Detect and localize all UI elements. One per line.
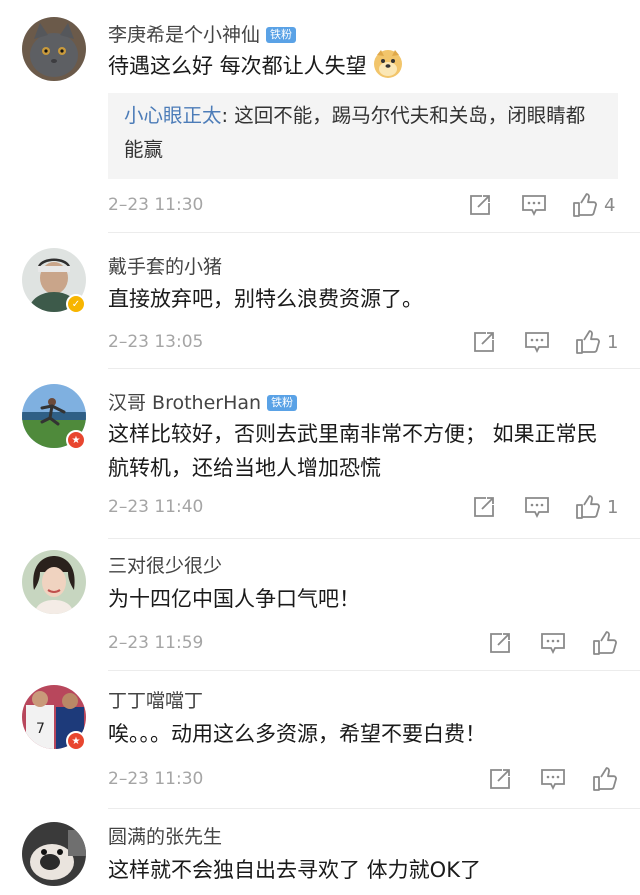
verified-badge-icon: ✓ — [66, 294, 86, 314]
comment-text: 这样比较好，否则去武里南非常不方便； 如果正常民航转机，还给当地人增加恐慌 — [108, 422, 598, 480]
comment-item: ✓ 戴手套的小猪 直接放弃吧，别特么浪费资源了。 2–23 13:05 1 — [0, 232, 640, 368]
comment-text: 唉。。。动用这么多资源，希望不要白费！ — [108, 722, 486, 746]
reply-button[interactable] — [540, 767, 566, 791]
reply-button[interactable] — [540, 631, 566, 655]
timestamp: 2–23 13:05 — [108, 332, 204, 352]
share-icon — [474, 497, 494, 517]
username[interactable]: 李庚希是个小神仙 铁粉 — [108, 20, 297, 47]
reply-username[interactable]: 小心眼正太 — [124, 104, 222, 127]
like-button[interactable] — [592, 766, 624, 792]
username-text[interactable]: 汉哥 BrotherHan — [108, 392, 261, 414]
comment-item: 三对很少很少 为十四亿中国人争口气吧！ 2–23 11:59 — [0, 538, 640, 670]
comment-text-content: 待遇这么好 每次都让人失望 — [108, 54, 367, 78]
thumbs-up-icon — [576, 330, 600, 354]
like-button[interactable]: 1 — [575, 329, 618, 355]
share-icon — [490, 769, 510, 789]
like-button[interactable]: 1 — [575, 494, 618, 520]
svg-text:7: 7 — [36, 721, 45, 737]
username[interactable]: 圆满的张先生 — [108, 822, 222, 849]
like-button[interactable] — [592, 630, 624, 656]
thumbs-up-icon — [573, 193, 597, 217]
cat-avatar-image — [22, 17, 86, 81]
like-count: 1 — [607, 496, 619, 518]
username[interactable]: 三对很少很少 — [108, 551, 222, 578]
share-button[interactable] — [472, 495, 496, 519]
timestamp: 2–23 11:30 — [108, 769, 204, 789]
share-button[interactable] — [488, 631, 512, 655]
comment-text: 这样就不会独自出去寻欢了 体力就OK了 — [108, 858, 481, 882]
thumbs-up-icon — [576, 495, 600, 519]
avatar[interactable] — [22, 17, 86, 81]
comment-icon — [525, 332, 549, 354]
verified-badge-icon: ★ — [66, 430, 86, 450]
comment-text: 待遇这么好 每次都让人失望 — [108, 49, 616, 89]
timestamp: 2–23 11:40 — [108, 497, 204, 517]
comment-item: 圆满的张先生 这样就不会独自出去寻欢了 体力就OK了 — [0, 808, 640, 895]
like-count: 4 — [604, 194, 616, 216]
thumbs-up-icon — [593, 767, 617, 791]
quoted-reply[interactable]: 小心眼正太: 这回不能，踢马尔代夫和关岛，闭眼睛都能赢 — [108, 93, 618, 179]
username[interactable]: 汉哥 BrotherHan 铁粉 — [108, 388, 298, 415]
user-avatar-image — [22, 822, 86, 886]
avatar[interactable] — [22, 822, 86, 886]
verified-badge-icon: ★ — [66, 731, 86, 751]
like-count: 1 — [607, 331, 619, 353]
share-icon — [470, 195, 490, 215]
share-icon — [490, 633, 510, 653]
username[interactable]: 戴手套的小猪 — [108, 252, 222, 279]
share-icon — [474, 332, 494, 352]
fan-badge: 铁粉 — [267, 395, 298, 411]
timestamp: 2–23 11:30 — [108, 195, 204, 215]
username[interactable]: 丁丁噹噹丁 — [108, 686, 203, 713]
comment-text: 为十四亿中国人争口气吧！ — [108, 587, 360, 611]
like-button[interactable]: 4 — [572, 192, 615, 218]
fan-badge: 铁粉 — [266, 27, 297, 43]
doge-emoji-icon — [373, 49, 403, 89]
comment-icon — [525, 497, 549, 519]
comment-item: 李庚希是个小神仙 铁粉 待遇这么好 每次都让人失望 小心眼正太: 这回不能，踢马尔… — [0, 0, 640, 232]
share-button[interactable] — [472, 330, 496, 354]
timestamp: 2–23 11:59 — [108, 633, 204, 653]
comment-icon — [541, 769, 565, 791]
user-avatar-image — [22, 550, 86, 614]
reply-button[interactable] — [521, 193, 547, 217]
comment-text: 直接放弃吧，别特么浪费资源了。 — [108, 287, 423, 311]
reply-button[interactable] — [524, 495, 550, 519]
reply-button[interactable] — [524, 330, 550, 354]
share-button[interactable] — [488, 767, 512, 791]
avatar[interactable] — [22, 550, 86, 614]
share-button[interactable] — [468, 193, 492, 217]
comment-item: 7 ★ 丁丁噹噹丁 唉。。。动用这么多资源，希望不要白费！ 2–23 11:30 — [0, 670, 640, 808]
username-text[interactable]: 李庚希是个小神仙 — [108, 24, 260, 46]
comment-icon — [522, 195, 546, 217]
thumbs-up-icon — [593, 631, 617, 655]
comment-icon — [541, 633, 565, 655]
comment-item: ★ 汉哥 BrotherHan 铁粉 这样比较好，否则去武里南非常不方便； 如果正… — [0, 368, 640, 538]
